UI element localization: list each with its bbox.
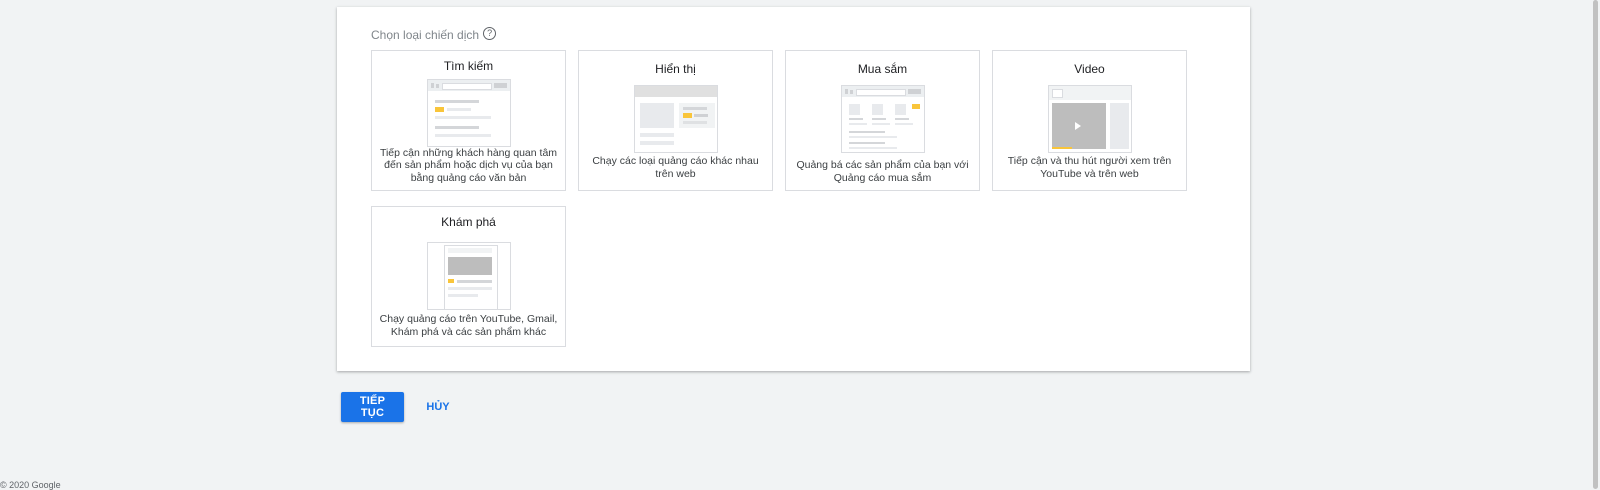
campaign-card-search[interactable]: Tìm kiếm Tiếp cận những khách hàng quan … xyxy=(371,50,566,191)
card-description: Chạy các loại quảng cáo khác nhau trên w… xyxy=(592,155,759,180)
campaign-card-display[interactable]: Hiển thị Chạy các loại quảng cáo khác nh… xyxy=(578,50,773,191)
continue-button[interactable]: TIẾP TỤC xyxy=(341,392,404,422)
search-illustration-icon xyxy=(426,79,511,147)
card-title: Video xyxy=(1074,62,1105,76)
display-illustration-icon xyxy=(633,85,718,153)
card-title: Hiển thị xyxy=(655,62,696,76)
card-title: Mua sắm xyxy=(857,62,908,76)
campaign-card-discovery[interactable]: Khám phá Chạy quảng cáo trên YouTube, Gm… xyxy=(371,206,566,347)
panel-title-text: Chọn loại chiến dịch xyxy=(371,28,480,42)
cancel-button[interactable]: HỦY xyxy=(416,392,460,422)
card-title: Khám phá xyxy=(441,215,496,229)
play-icon xyxy=(1074,122,1081,130)
help-icon[interactable]: ? xyxy=(483,26,497,40)
scrollbar-thumb[interactable] xyxy=(1593,0,1598,489)
campaign-card-video[interactable]: Video Tiếp cận và thu hút người xem trên… xyxy=(992,50,1187,191)
scrollbar-track[interactable] xyxy=(1590,0,1600,489)
card-description: Tiếp cận và thu hút người xem trên YouTu… xyxy=(1007,155,1172,180)
card-description: Tiếp cận những khách hàng quan tâm đến s… xyxy=(379,146,558,184)
card-description: Quảng bá các sản phẩm của bạn với Quảng … xyxy=(796,159,969,184)
card-title: Tìm kiếm xyxy=(443,59,494,73)
card-description: Chạy quảng cáo trên YouTube, Gmail, Khám… xyxy=(379,313,558,338)
discovery-illustration-icon xyxy=(426,242,511,310)
panel-title: Chọn loại chiến dịch ? xyxy=(371,26,497,42)
shopping-illustration-icon xyxy=(840,85,925,153)
campaign-card-shopping[interactable]: Mua sắm Quảng bá các sản phẩm của bạn vớ… xyxy=(785,50,980,191)
campaign-type-panel: Chọn loại chiến dịch ? Tìm kiếm Tiếp cận… xyxy=(337,7,1250,371)
video-illustration-icon xyxy=(1047,85,1132,153)
